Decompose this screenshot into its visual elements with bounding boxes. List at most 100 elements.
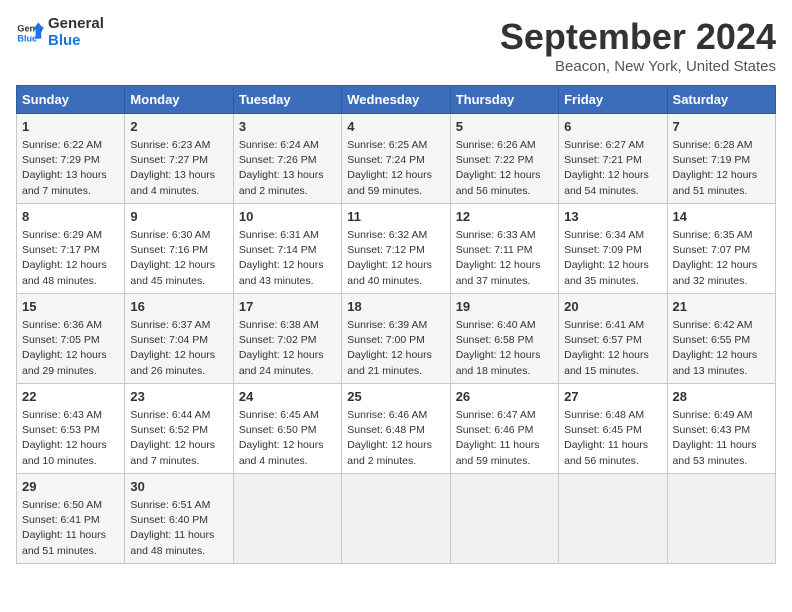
calendar-cell: 11 Sunrise: 6:32 AM Sunset: 7:12 PM Dayl… [342,204,450,294]
calendar-cell: 2 Sunrise: 6:23 AM Sunset: 7:27 PM Dayli… [125,114,233,204]
sunrise-text: Sunrise: 6:27 AM [564,139,644,151]
sunset-text: Sunset: 7:16 PM [130,244,208,256]
daylight-text: Daylight: 12 hours and 2 minutes. [347,439,432,466]
calendar-week-row: 22 Sunrise: 6:43 AM Sunset: 6:53 PM Dayl… [17,384,776,474]
sunset-text: Sunset: 6:41 PM [22,514,100,526]
day-number: 21 [673,298,770,317]
calendar-location: Beacon, New York, United States [500,58,776,75]
calendar-cell: 12 Sunrise: 6:33 AM Sunset: 7:11 PM Dayl… [450,204,558,294]
sunset-text: Sunset: 7:00 PM [347,334,425,346]
calendar-cell [342,474,450,564]
calendar-cell: 28 Sunrise: 6:49 AM Sunset: 6:43 PM Dayl… [667,384,775,474]
calendar-cell: 23 Sunrise: 6:44 AM Sunset: 6:52 PM Dayl… [125,384,233,474]
sunrise-text: Sunrise: 6:37 AM [130,319,210,331]
calendar-week-row: 1 Sunrise: 6:22 AM Sunset: 7:29 PM Dayli… [17,114,776,204]
daylight-text: Daylight: 11 hours and 56 minutes. [564,439,648,466]
daylight-text: Daylight: 11 hours and 51 minutes. [22,529,106,556]
daylight-text: Daylight: 12 hours and 7 minutes. [130,439,215,466]
sunrise-text: Sunrise: 6:24 AM [239,139,319,151]
sunset-text: Sunset: 7:29 PM [22,154,100,166]
logo: General Blue General Blue [16,16,104,49]
sunrise-text: Sunrise: 6:23 AM [130,139,210,151]
sunset-text: Sunset: 7:17 PM [22,244,100,256]
sunset-text: Sunset: 6:55 PM [673,334,751,346]
daylight-text: Daylight: 12 hours and 48 minutes. [22,259,107,286]
sunrise-text: Sunrise: 6:44 AM [130,409,210,421]
sunset-text: Sunset: 6:57 PM [564,334,642,346]
calendar-cell: 8 Sunrise: 6:29 AM Sunset: 7:17 PM Dayli… [17,204,125,294]
calendar-header-row: SundayMondayTuesdayWednesdayThursdayFrid… [17,86,776,114]
calendar-week-row: 15 Sunrise: 6:36 AM Sunset: 7:05 PM Dayl… [17,294,776,384]
day-number: 5 [456,118,553,137]
sunrise-text: Sunrise: 6:25 AM [347,139,427,151]
calendar-cell: 30 Sunrise: 6:51 AM Sunset: 6:40 PM Dayl… [125,474,233,564]
sunset-text: Sunset: 7:24 PM [347,154,425,166]
sunrise-text: Sunrise: 6:46 AM [347,409,427,421]
sunset-text: Sunset: 7:04 PM [130,334,208,346]
sunset-text: Sunset: 7:12 PM [347,244,425,256]
daylight-text: Daylight: 12 hours and 10 minutes. [22,439,107,466]
day-number: 17 [239,298,336,317]
calendar-cell [667,474,775,564]
sunset-text: Sunset: 7:26 PM [239,154,317,166]
sunrise-text: Sunrise: 6:33 AM [456,229,536,241]
sunset-text: Sunset: 7:07 PM [673,244,751,256]
calendar-cell: 18 Sunrise: 6:39 AM Sunset: 7:00 PM Dayl… [342,294,450,384]
sunrise-text: Sunrise: 6:50 AM [22,499,102,511]
weekday-header-tuesday: Tuesday [233,86,341,114]
day-number: 10 [239,208,336,227]
day-number: 11 [347,208,444,227]
weekday-header-monday: Monday [125,86,233,114]
daylight-text: Daylight: 12 hours and 45 minutes. [130,259,215,286]
sunset-text: Sunset: 6:46 PM [456,424,534,436]
daylight-text: Daylight: 12 hours and 59 minutes. [347,169,432,196]
day-number: 4 [347,118,444,137]
day-number: 7 [673,118,770,137]
calendar-cell: 5 Sunrise: 6:26 AM Sunset: 7:22 PM Dayli… [450,114,558,204]
calendar-week-row: 29 Sunrise: 6:50 AM Sunset: 6:41 PM Dayl… [17,474,776,564]
day-number: 8 [22,208,119,227]
day-number: 25 [347,388,444,407]
calendar-cell: 13 Sunrise: 6:34 AM Sunset: 7:09 PM Dayl… [559,204,667,294]
daylight-text: Daylight: 12 hours and 35 minutes. [564,259,649,286]
day-number: 27 [564,388,661,407]
calendar-cell: 14 Sunrise: 6:35 AM Sunset: 7:07 PM Dayl… [667,204,775,294]
day-number: 19 [456,298,553,317]
day-number: 20 [564,298,661,317]
sunset-text: Sunset: 6:52 PM [130,424,208,436]
weekday-header-sunday: Sunday [17,86,125,114]
daylight-text: Daylight: 13 hours and 7 minutes. [22,169,107,196]
calendar-cell: 1 Sunrise: 6:22 AM Sunset: 7:29 PM Dayli… [17,114,125,204]
sunset-text: Sunset: 7:27 PM [130,154,208,166]
day-number: 18 [347,298,444,317]
calendar-month-year: September 2024 [500,16,776,58]
day-number: 22 [22,388,119,407]
sunset-text: Sunset: 6:53 PM [22,424,100,436]
daylight-text: Daylight: 13 hours and 4 minutes. [130,169,215,196]
sunset-text: Sunset: 6:48 PM [347,424,425,436]
daylight-text: Daylight: 11 hours and 59 minutes. [456,439,540,466]
logo-general: General [48,16,104,33]
sunrise-text: Sunrise: 6:30 AM [130,229,210,241]
sunrise-text: Sunrise: 6:26 AM [456,139,536,151]
day-number: 26 [456,388,553,407]
weekday-header-saturday: Saturday [667,86,775,114]
sunset-text: Sunset: 7:21 PM [564,154,642,166]
calendar-cell: 10 Sunrise: 6:31 AM Sunset: 7:14 PM Dayl… [233,204,341,294]
sunset-text: Sunset: 7:19 PM [673,154,751,166]
calendar-title-section: September 2024 Beacon, New York, United … [500,16,776,75]
calendar-cell: 25 Sunrise: 6:46 AM Sunset: 6:48 PM Dayl… [342,384,450,474]
sunset-text: Sunset: 7:22 PM [456,154,534,166]
calendar-cell [559,474,667,564]
sunrise-text: Sunrise: 6:47 AM [456,409,536,421]
calendar-cell: 9 Sunrise: 6:30 AM Sunset: 7:16 PM Dayli… [125,204,233,294]
daylight-text: Daylight: 11 hours and 53 minutes. [673,439,757,466]
day-number: 30 [130,478,227,497]
weekday-header-thursday: Thursday [450,86,558,114]
sunrise-text: Sunrise: 6:22 AM [22,139,102,151]
daylight-text: Daylight: 12 hours and 51 minutes. [673,169,758,196]
sunrise-text: Sunrise: 6:39 AM [347,319,427,331]
day-number: 14 [673,208,770,227]
sunrise-text: Sunrise: 6:28 AM [673,139,753,151]
calendar-cell: 27 Sunrise: 6:48 AM Sunset: 6:45 PM Dayl… [559,384,667,474]
